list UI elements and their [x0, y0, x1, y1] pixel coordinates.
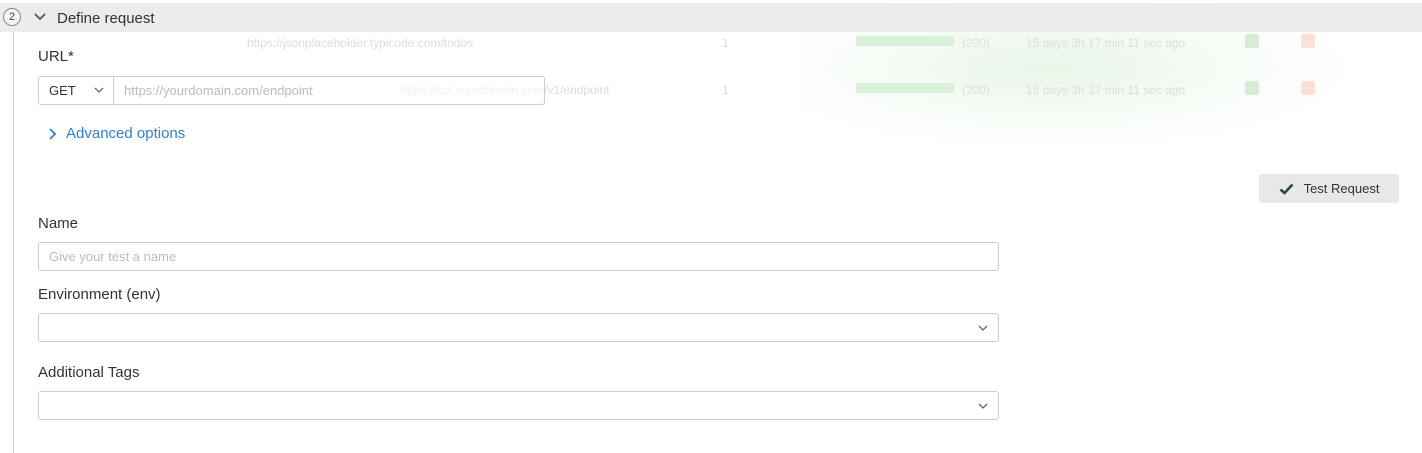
step-rail-divider	[13, 32, 14, 453]
background-time: 15 days 3h 17 min 11 sec ago	[1026, 83, 1186, 97]
background-code: (200)	[962, 36, 991, 50]
method-select[interactable]: GET	[38, 76, 114, 105]
environment-select[interactable]	[38, 313, 999, 342]
background-path: https://jsonplaceholder.typicode.com/tod…	[247, 36, 474, 50]
background-action-icon	[1245, 81, 1259, 95]
background-time: 15 days 3h 17 min 11 sec ago	[1026, 36, 1186, 50]
background-delete-icon	[1301, 34, 1315, 48]
background-count: 1	[722, 36, 729, 50]
step-title: Define request	[57, 10, 155, 27]
advanced-options-toggle[interactable]: Advanced options	[48, 125, 185, 142]
name-placeholder: Give your test a name	[49, 249, 177, 264]
background-status-bar	[856, 83, 954, 93]
chevron-down-icon	[978, 403, 988, 409]
test-request-label: Test Request	[1303, 181, 1380, 196]
method-value: GET	[49, 83, 76, 98]
background-code: (200)	[962, 83, 991, 97]
additional-tags-label: Additional Tags	[38, 364, 140, 381]
advanced-options-label: Advanced options	[66, 125, 186, 142]
url-input[interactable]: https://yourdomain.com/endpoint	[113, 76, 545, 105]
test-request-button[interactable]: Test Request	[1259, 174, 1399, 203]
chevron-down-icon	[978, 325, 988, 331]
environment-label: Environment (env)	[38, 286, 161, 303]
additional-tags-select[interactable]	[38, 391, 999, 420]
background-status-bar	[856, 36, 954, 46]
background-delete-icon	[1301, 81, 1315, 95]
name-input[interactable]: Give your test a name	[38, 242, 999, 271]
chevron-down-icon	[94, 87, 104, 93]
background-count: 1	[722, 83, 729, 97]
url-label: URL*	[38, 48, 74, 65]
step-number-badge: 2	[3, 8, 21, 26]
name-label: Name	[38, 215, 79, 232]
check-icon	[1279, 183, 1294, 195]
chevron-right-icon	[49, 127, 57, 140]
chevron-down-icon[interactable]	[33, 12, 47, 22]
background-action-icon	[1245, 34, 1259, 48]
step-header[interactable]: 2 Define request	[0, 3, 1422, 32]
